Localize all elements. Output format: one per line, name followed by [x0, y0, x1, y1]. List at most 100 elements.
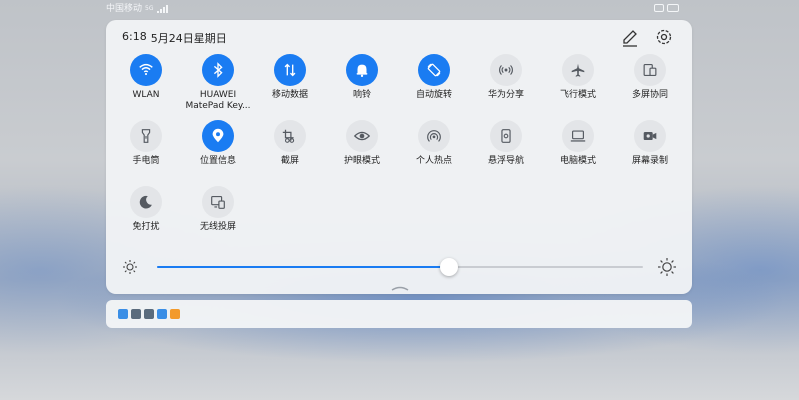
tile-pc-mode-toggle[interactable]: [562, 120, 594, 152]
status-left: 中国移动 5G: [106, 0, 169, 18]
tile-floating-nav[interactable]: 悬浮导航: [470, 120, 542, 167]
battery-icon: [667, 4, 679, 12]
tile-mobile-data-label: 移动数据: [271, 90, 308, 100]
tile-screenshot-toggle[interactable]: [274, 120, 306, 152]
auto-rotate-icon: [427, 63, 441, 77]
tile-huawei-share-toggle[interactable]: [490, 54, 522, 86]
app-icon-5: [170, 309, 180, 319]
video-record-icon: [643, 131, 657, 141]
screenshot-icon: [282, 129, 295, 143]
tile-ring-toggle[interactable]: [346, 54, 378, 86]
tile-do-not-disturb[interactable]: 免打扰: [110, 186, 182, 233]
multiscreen-icon: [643, 64, 657, 76]
hotspot-icon: [427, 130, 441, 142]
moon-icon: [139, 195, 152, 209]
tile-wlan[interactable]: WLAN: [110, 54, 182, 101]
status-bar: 中国移动 5G: [0, 0, 799, 18]
tile-location[interactable]: 位置信息: [182, 120, 254, 167]
tile-airplane-label: 飞行模式: [559, 90, 596, 100]
pencil-icon: [623, 30, 637, 47]
network-type: 5G: [145, 5, 154, 12]
tile-airplane[interactable]: 飞行模式: [542, 54, 614, 101]
tile-screen-record[interactable]: 屏幕录制: [614, 120, 686, 167]
tile-eye-comfort[interactable]: 护眼模式: [326, 120, 398, 167]
tile-pc-mode[interactable]: 电脑模式: [542, 120, 614, 167]
brightness-fill: [157, 266, 449, 268]
tile-do-not-disturb-toggle[interactable]: [130, 186, 162, 218]
tile-flashlight-toggle[interactable]: [130, 120, 162, 152]
clock-time: 6:18: [122, 30, 147, 43]
tile-wlan-toggle[interactable]: [130, 54, 162, 86]
tile-eye-comfort-toggle[interactable]: [346, 120, 378, 152]
brightness-slider[interactable]: [157, 258, 643, 276]
settings-button[interactable]: [654, 27, 674, 47]
tile-screen-record-toggle[interactable]: [634, 120, 666, 152]
brightness-row: [106, 256, 692, 278]
tile-bluetooth[interactable]: HUAWEI MatePad Key...: [182, 54, 254, 112]
airplane-icon: [571, 63, 585, 77]
signal-icon: [157, 5, 169, 13]
tile-location-label: 位置信息: [199, 156, 236, 166]
app-icon-3: [144, 309, 154, 319]
eye-icon: [353, 131, 371, 141]
vibrate-icon: [654, 4, 664, 12]
status-right: [654, 4, 679, 12]
date-text: 5月24日星期日: [150, 32, 227, 45]
huawei-share-icon: [499, 65, 513, 75]
tile-ring-label: 响铃: [352, 90, 371, 100]
tile-ring[interactable]: 响铃: [326, 54, 398, 101]
location-icon: [212, 128, 224, 143]
quick-settings-panel: 6:18 5月24日星期日 WLAN HUAWEI MatePad Key... 移…: [106, 20, 692, 294]
wifi-icon: [139, 63, 153, 76]
brightness-low-icon: [123, 260, 137, 274]
panel-header: 6:18 5月24日星期日: [122, 30, 227, 46]
tile-multiscreen-label: 多屏协同: [631, 90, 668, 100]
tile-eye-comfort-label: 护眼模式: [343, 156, 380, 166]
laptop-icon: [570, 130, 586, 142]
tile-do-not-disturb-label: 免打扰: [132, 222, 160, 232]
notification-bar[interactable]: [106, 300, 692, 328]
edit-tiles-button[interactable]: [620, 28, 640, 48]
tile-wireless-projection-toggle[interactable]: [202, 186, 234, 218]
tile-screenshot[interactable]: 截屏: [254, 120, 326, 167]
tile-wireless-projection-label: 无线投屏: [199, 222, 236, 232]
tile-wireless-projection[interactable]: 无线投屏: [182, 186, 254, 233]
tile-mobile-data[interactable]: 移动数据: [254, 54, 326, 101]
tile-location-toggle[interactable]: [202, 120, 234, 152]
tile-bluetooth-label: HUAWEI MatePad Key...: [185, 90, 251, 111]
tile-pc-mode-label: 电脑模式: [559, 156, 596, 166]
mobile-data-icon: [284, 63, 296, 77]
tile-flashlight-label: 手电筒: [132, 156, 160, 166]
tile-huawei-share-label: 华为分享: [487, 90, 524, 100]
tile-floating-nav-label: 悬浮导航: [487, 156, 524, 166]
tile-hotspot-label: 个人热点: [415, 156, 452, 166]
bluetooth-icon: [213, 62, 223, 78]
tile-multiscreen-toggle[interactable]: [634, 54, 666, 86]
tile-screenshot-label: 截屏: [280, 156, 299, 166]
tile-hotspot[interactable]: 个人热点: [398, 120, 470, 167]
bell-icon: [356, 64, 368, 78]
tile-screen-record-label: 屏幕录制: [631, 156, 668, 166]
app-icon-2: [131, 309, 141, 319]
flashlight-icon: [141, 129, 151, 143]
tile-hotspot-toggle[interactable]: [418, 120, 450, 152]
tile-huawei-share[interactable]: 华为分享: [470, 54, 542, 101]
tile-wlan-label: WLAN: [132, 90, 160, 100]
expand-handle-icon[interactable]: [390, 284, 410, 292]
tile-auto-rotate-toggle[interactable]: [418, 54, 450, 86]
carrier-name: 中国移动: [106, 4, 143, 14]
tile-mobile-data-toggle[interactable]: [274, 54, 306, 86]
tile-flashlight[interactable]: 手电筒: [110, 120, 182, 167]
tile-auto-rotate[interactable]: 自动旋转: [398, 54, 470, 101]
brightness-knob[interactable]: [439, 258, 458, 276]
app-icon-4: [157, 309, 167, 319]
tile-floating-nav-toggle[interactable]: [490, 120, 522, 152]
gear-icon: [656, 29, 672, 45]
wireless-projection-icon: [211, 196, 225, 209]
tile-multiscreen[interactable]: 多屏协同: [614, 54, 686, 101]
brightness-high-icon: [658, 258, 676, 276]
floating-nav-icon: [501, 129, 511, 143]
tile-airplane-toggle[interactable]: [562, 54, 594, 86]
tile-bluetooth-toggle[interactable]: [202, 54, 234, 86]
tile-auto-rotate-label: 自动旋转: [415, 90, 452, 100]
